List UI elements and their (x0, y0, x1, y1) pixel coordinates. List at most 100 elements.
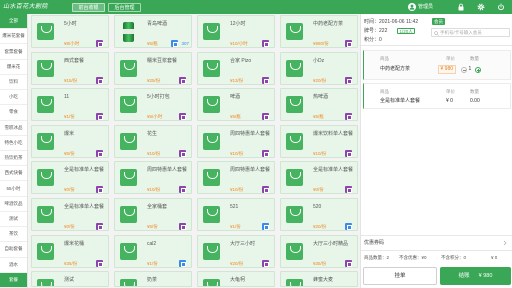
product-card[interactable]: 5小时 ¥8/小时 (31, 15, 109, 48)
product-card[interactable]: 蜂蜜大麦 (280, 271, 358, 288)
product-name: 全是标准单人套餐 (64, 203, 105, 210)
product-card[interactable]: 大龟柯 (197, 271, 275, 288)
product-price: ¥5/瓶 (313, 114, 324, 120)
checkout-button[interactable]: 结账 ¥ 980 (440, 267, 511, 285)
product-name: 爆米花桶 (64, 240, 85, 247)
product-card[interactable]: 大厅三小时 ¥20/份 (197, 234, 275, 268)
product-card[interactable]: 花生 ¥10/份 (114, 124, 192, 158)
category-item[interactable]: 自助套餐 (0, 242, 27, 258)
product-card[interactable]: 全是标准单人套餐 ¥0/份 (31, 197, 109, 231)
power-icon[interactable] (497, 3, 505, 11)
category-item[interactable]: 饮料 (0, 75, 27, 91)
product-card[interactable]: 糯米豆浆套餐 ¥25/份 (114, 51, 192, 85)
shopping-bag-icon (37, 132, 54, 150)
category-item[interactable]: 热饮奶茶 (0, 151, 27, 167)
increase-quantity-button[interactable] (475, 66, 481, 73)
avatar-icon[interactable] (408, 3, 416, 11)
shopping-bag-icon (203, 169, 220, 187)
product-card[interactable]: 全家桶套 ¥5/份 (114, 197, 192, 231)
divider (361, 250, 512, 251)
order-item-price[interactable]: ¥ 980 (438, 65, 456, 74)
product-price: ¥980/份 (313, 41, 329, 46)
tab-back-office[interactable]: 后台管理 (108, 3, 141, 12)
product-card[interactable]: 爆米花桶 ¥35/份 (31, 234, 109, 268)
category-item[interactable]: 全部 (0, 14, 27, 30)
product-type-badge-icon (262, 259, 269, 267)
category-item[interactable]: 零食 (0, 105, 27, 121)
product-card[interactable]: 爆米 ¥5/份 (31, 124, 109, 158)
hold-order-button[interactable]: 挂单 (363, 267, 437, 285)
category-item[interactable]: 套餐 (0, 272, 27, 288)
user-name[interactable]: 管理员 (418, 4, 433, 10)
product-price: ¥10/份 (313, 150, 327, 156)
product-grid: 5小时 ¥8/小时 青岛啤酒 ¥5/瓶 307 12小时 ¥10/小时 中药老配方茶 ¥980/… (31, 15, 358, 288)
product-name: 周四特惠单人套餐 (147, 167, 188, 174)
member-button[interactable]: 会员 (432, 18, 445, 25)
tab-front-cashier[interactable]: 前台收银 (72, 3, 105, 12)
order-item[interactable]: 商品 单价 数量 中药老配方茶 ¥ 980 1 (363, 50, 511, 80)
product-card[interactable]: 全是标准单人套餐 ¥0/份 (280, 161, 358, 195)
category-item[interactable]: 爆米花 (0, 60, 27, 75)
member-search-field[interactable] (431, 28, 510, 37)
category-item[interactable]: 西式快餐 (0, 166, 27, 182)
shopping-bag-icon (286, 59, 303, 77)
category-item[interactable]: 测试 (0, 212, 27, 228)
settings-icon[interactable] (477, 3, 485, 11)
product-name: 西式套餐 (64, 57, 85, 64)
shopping-bag-icon (203, 59, 220, 77)
product-card[interactable]: 521 ¥1/份 (197, 197, 275, 231)
category-item[interactable]: 爆米花套餐 (0, 29, 27, 45)
shopping-bag-icon (203, 23, 220, 40)
category-item[interactable]: 小吃 (0, 90, 27, 106)
product-card[interactable]: 奶茶 (114, 271, 192, 288)
item-header: 商品 (380, 56, 389, 61)
table-row: 牌号：222 (364, 28, 387, 34)
category-item[interactable]: 茶饮 (0, 227, 27, 243)
member-search-input[interactable] (440, 29, 509, 37)
product-name: 热啤酒 (313, 94, 329, 101)
category-item[interactable]: 酒水 (0, 258, 27, 273)
product-card[interactable]: 啤酒 ¥5/瓶 (197, 88, 275, 122)
product-price: ¥5/小时 (147, 114, 163, 120)
product-card[interactable]: 周四特惠单人套餐 ¥10/份 (114, 161, 192, 195)
product-card[interactable]: 周四特惠单人套餐 ¥10/份 (197, 161, 275, 195)
product-card[interactable]: 爆米饮料单人套餐 ¥10/份 (280, 124, 358, 158)
category-item[interactable]: 套票套餐 (0, 44, 27, 60)
product-card[interactable]: 西式套餐 ¥15/份 (31, 51, 109, 85)
decrease-quantity-button[interactable] (461, 66, 467, 73)
product-card[interactable]: 12小时 ¥10/小时 (197, 15, 275, 48)
product-price: ¥25/份 (147, 77, 161, 83)
guest-count-tag[interactable]: 1/20人 (397, 27, 416, 34)
product-card[interactable]: 全是标准单人套餐 ¥0/份 (31, 161, 109, 195)
product-card[interactable]: 青岛啤酒 ¥5/瓶 307 (114, 15, 192, 48)
category-item[interactable]: 雪糕冰品 (0, 121, 27, 136)
order-item[interactable]: 商品 单价 数量 全是标准单人套餐 ¥ 0 0.00 (363, 83, 511, 109)
product-card[interactable]: 小Dz ¥20/份 (280, 51, 358, 85)
product-card[interactable]: 11 ¥1/份 (31, 88, 109, 122)
product-card[interactable]: 周四特惠单人套餐 ¥10/份 (197, 124, 275, 158)
category-item[interactable]: 特色小吃 (0, 136, 27, 151)
chevron-right-icon[interactable] (502, 240, 508, 246)
product-type-badge-icon (345, 76, 352, 84)
product-name: 啤酒 (230, 94, 241, 101)
product-card[interactable]: 中药老配方茶 ¥980/份 (280, 15, 358, 48)
product-name: 12小时 (230, 21, 246, 27)
coupon-label[interactable]: 优惠券码 (364, 240, 384, 246)
product-card[interactable]: 大厅三小时精品 ¥35/份 (280, 234, 358, 268)
order-item-name: 全是标准单人套餐 (380, 98, 421, 104)
product-card[interactable]: 热啤酒 ¥5/瓶 (280, 88, 358, 122)
product-type-badge-icon (345, 40, 352, 47)
product-type-badge-icon (345, 259, 352, 267)
product-card[interactable]: 520 ¥20/份 (280, 197, 358, 231)
product-card[interactable]: 合家 Pizo ¥13/份 (197, 51, 275, 85)
product-card[interactable]: 5小时打包 ¥5/小时 (114, 88, 192, 122)
product-card[interactable]: 测试 (31, 271, 109, 288)
shopping-bag-icon (120, 169, 137, 187)
product-price: ¥1/份 (147, 260, 158, 266)
category-item[interactable]: 啤酒饮品 (0, 197, 27, 212)
product-name: 520 (313, 203, 322, 210)
lock-icon[interactable] (457, 3, 465, 11)
order-item-quantity[interactable]: 1 (469, 66, 472, 72)
category-item[interactable]: 55小时 (0, 181, 27, 197)
product-card[interactable]: cal2 ¥1/份 (114, 234, 192, 268)
